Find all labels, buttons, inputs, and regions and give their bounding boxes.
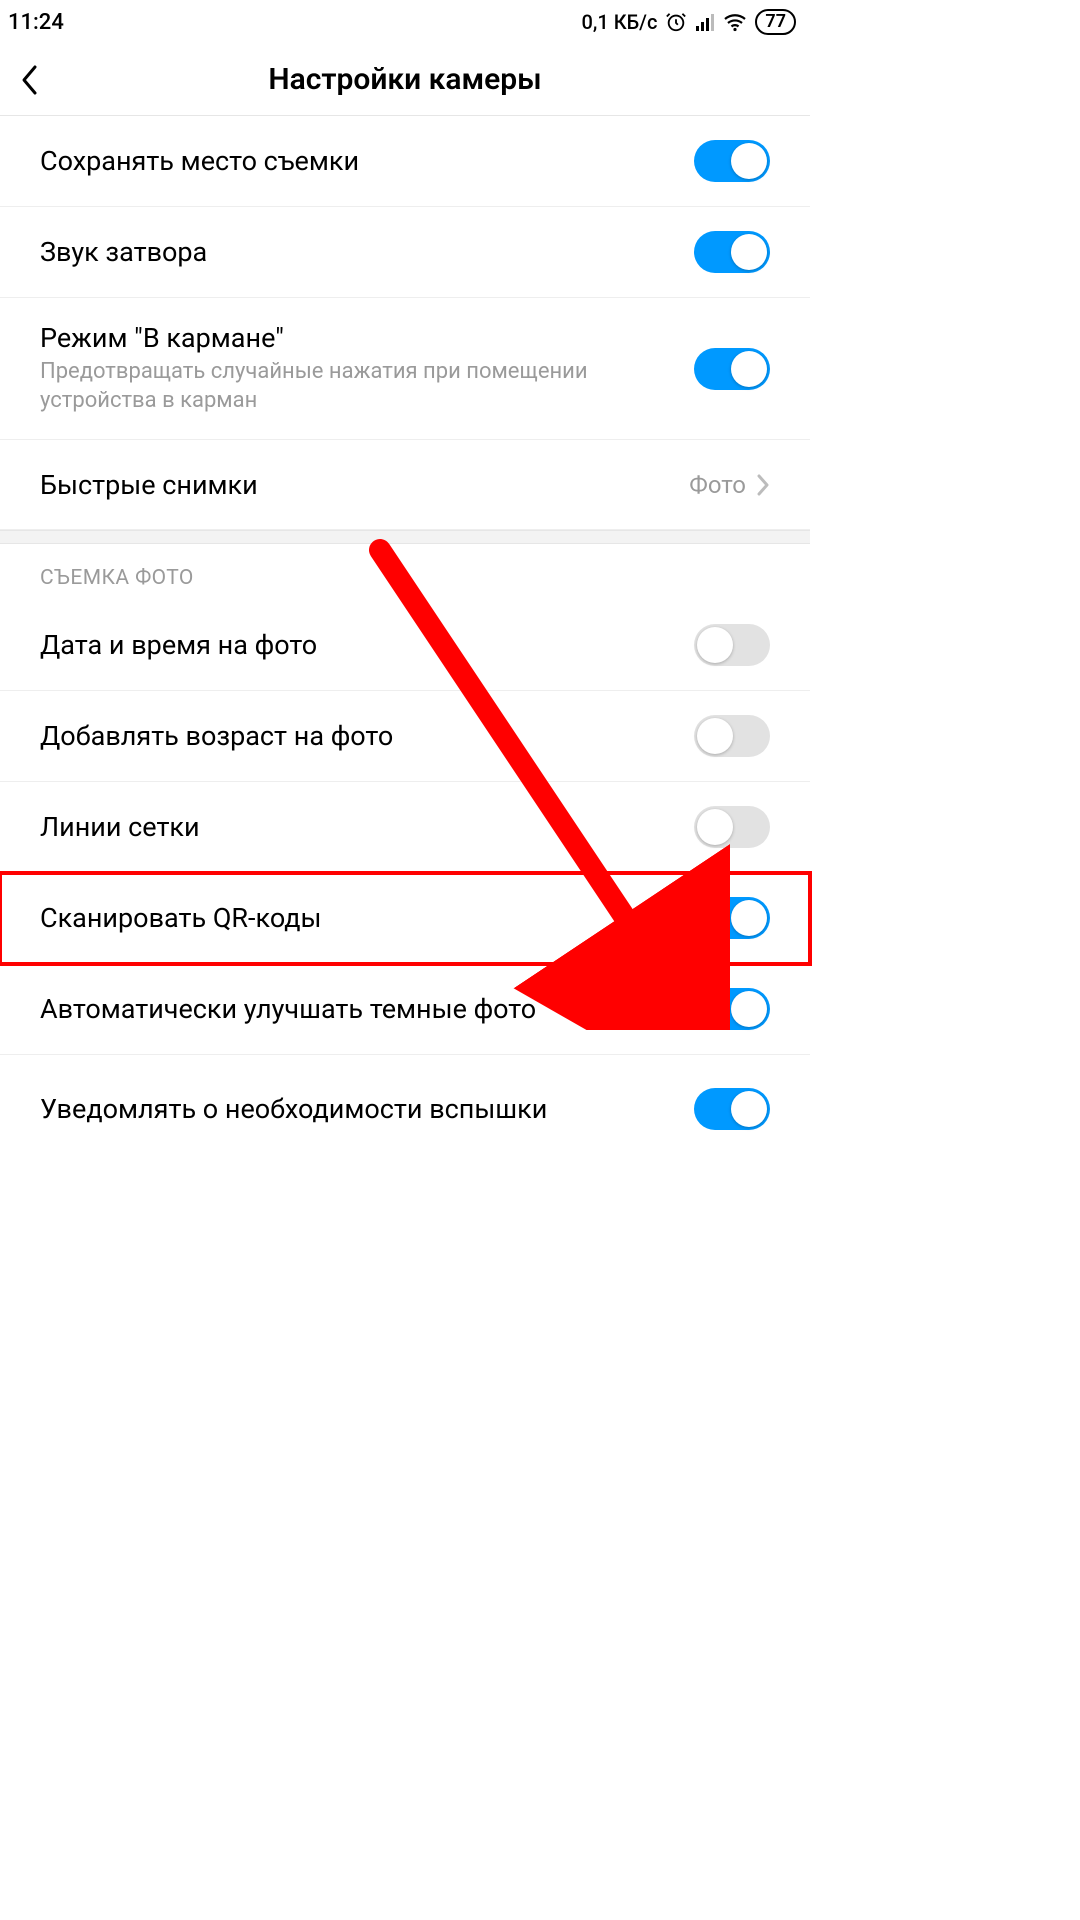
toggle-flash-notify[interactable] bbox=[694, 1088, 770, 1130]
toggle-gridlines[interactable] bbox=[694, 806, 770, 848]
alarm-icon bbox=[665, 11, 687, 33]
page-title: Настройки камеры bbox=[0, 62, 810, 97]
toggle-enhance-dark[interactable] bbox=[694, 988, 770, 1030]
row-label: Дата и время на фото bbox=[40, 629, 694, 661]
row-label: Добавлять возраст на фото bbox=[40, 720, 694, 752]
row-age-stamp[interactable]: Добавлять возраст на фото bbox=[0, 691, 810, 782]
section-divider bbox=[0, 530, 810, 544]
row-shutter-sound[interactable]: Звук затвора bbox=[0, 207, 810, 298]
row-label: Быстрые снимки bbox=[40, 469, 689, 501]
section-header-photo: СЪЕМКА ФОТО bbox=[0, 544, 810, 600]
toggle-shutter-sound[interactable] bbox=[694, 231, 770, 273]
status-net-speed: 0,1 КБ/с bbox=[582, 10, 658, 34]
row-flash-notify[interactable]: Уведомлять о необходимости вспышки bbox=[0, 1055, 810, 1145]
row-label: Линии сетки bbox=[40, 811, 694, 843]
settings-list: Сохранять место съемки Звук затвора Режи… bbox=[0, 116, 810, 1145]
toggle-pocket-mode[interactable] bbox=[694, 348, 770, 390]
toggle-timestamp[interactable] bbox=[694, 624, 770, 666]
row-value: Фото bbox=[689, 471, 746, 499]
status-bar: 11:24 0,1 КБ/с 77 bbox=[0, 0, 810, 44]
app-header: Настройки камеры bbox=[0, 44, 810, 116]
row-label: Сохранять место съемки bbox=[40, 145, 694, 177]
row-label: Звук затвора bbox=[40, 236, 694, 268]
row-gridlines[interactable]: Линии сетки bbox=[0, 782, 810, 873]
row-scan-qr[interactable]: Сканировать QR-коды bbox=[0, 873, 810, 964]
battery-indicator: 77 bbox=[755, 9, 796, 35]
row-label: Уведомлять о необходимости вспышки bbox=[40, 1093, 694, 1125]
row-subtitle: Предотвращать случайные нажатия при поме… bbox=[40, 358, 694, 415]
row-timestamp[interactable]: Дата и время на фото bbox=[0, 600, 810, 691]
toggle-save-location[interactable] bbox=[694, 140, 770, 182]
row-quick-shots[interactable]: Быстрые снимки Фото bbox=[0, 440, 810, 530]
status-time: 11:24 bbox=[8, 10, 64, 35]
back-button[interactable] bbox=[0, 44, 60, 115]
row-label: Автоматически улучшать темные фото bbox=[40, 993, 694, 1025]
row-enhance-dark[interactable]: Автоматически улучшать темные фото bbox=[0, 964, 810, 1055]
row-pocket-mode[interactable]: Режим "В кармане" Предотвращать случайны… bbox=[0, 298, 810, 440]
wifi-icon bbox=[723, 12, 747, 32]
row-label: Сканировать QR-коды bbox=[40, 902, 694, 934]
toggle-age-stamp[interactable] bbox=[694, 715, 770, 757]
toggle-scan-qr[interactable] bbox=[694, 897, 770, 939]
row-save-location[interactable]: Сохранять место съемки bbox=[0, 116, 810, 207]
chevron-right-icon bbox=[756, 473, 770, 497]
row-label: Режим "В кармане" bbox=[40, 322, 694, 354]
cellular-icon bbox=[695, 12, 715, 32]
